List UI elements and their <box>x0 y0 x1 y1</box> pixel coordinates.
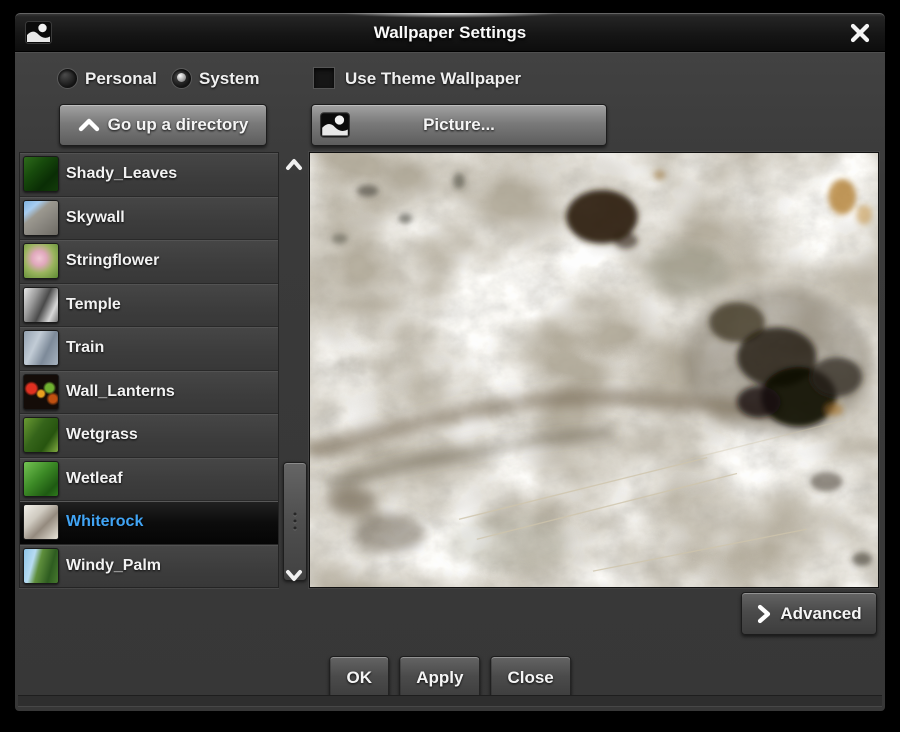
chevron-down-icon[interactable] <box>281 564 307 586</box>
thumbnail-windy-palm <box>23 548 59 584</box>
window-title: Wallpaper Settings <box>15 13 885 53</box>
close-icon[interactable] <box>847 21 873 45</box>
list-item-label: Whiterock <box>66 513 143 531</box>
dialog-body: Personal System Use Theme Wallpaper Go u… <box>14 52 886 712</box>
thumbnail-temple <box>23 287 59 323</box>
list-item[interactable]: Wetgrass <box>20 414 278 458</box>
list-item-label: Temple <box>66 296 121 314</box>
close-label: Close <box>507 668 553 688</box>
advanced-button[interactable]: Advanced <box>741 592 877 635</box>
list-item-label: Wetgrass <box>66 426 138 444</box>
advanced-label: Advanced <box>780 604 861 624</box>
list-item-selected[interactable]: Whiterock <box>20 501 278 545</box>
list-item-label: Stringflower <box>66 252 159 270</box>
thumbnail-wall-lanterns <box>23 374 59 410</box>
go-up-directory-button[interactable]: Go up a directory <box>59 104 267 146</box>
apply-label: Apply <box>416 668 463 688</box>
thumbnail-wetgrass <box>23 417 59 453</box>
list-item-label: Windy_Palm <box>66 557 161 575</box>
picture-button-label: Picture... <box>423 115 495 135</box>
thumbnail-shady-leaves <box>23 156 59 192</box>
list-item[interactable]: Wetleaf <box>20 458 278 502</box>
radio-system-label: System <box>199 69 259 89</box>
list-item[interactable]: Stringflower <box>20 240 278 284</box>
ok-button[interactable]: OK <box>329 656 389 700</box>
chevron-up-icon <box>78 118 100 132</box>
wallpaper-settings-window: Wallpaper Settings Personal System Use T… <box>0 0 900 732</box>
list-item-label: Wall_Lanterns <box>66 383 175 401</box>
action-buttons: OK Apply Close <box>329 656 571 700</box>
titlebar[interactable]: Wallpaper Settings <box>14 12 886 52</box>
list-item-label: Skywall <box>66 209 125 227</box>
list-item[interactable]: Windy_Palm <box>20 545 278 588</box>
go-up-directory-label: Go up a directory <box>108 115 249 135</box>
list-scrollbar <box>281 152 307 588</box>
source-row: Personal System Use Theme Wallpaper <box>15 66 885 94</box>
list-item[interactable]: Skywall <box>20 197 278 241</box>
thumbnail-train <box>23 330 59 366</box>
list-item-label: Shady_Leaves <box>66 165 177 183</box>
use-theme-wallpaper-label: Use Theme Wallpaper <box>345 69 521 89</box>
thumbnail-whiterock <box>23 504 59 540</box>
close-button[interactable]: Close <box>490 656 570 700</box>
radio-personal-label: Personal <box>85 69 157 89</box>
whiterock-preview-image <box>310 153 878 587</box>
list-item-label: Train <box>66 339 104 357</box>
chevron-up-icon[interactable] <box>281 154 307 176</box>
radio-system[interactable] <box>171 68 192 89</box>
list-item-label: Wetleaf <box>66 470 123 488</box>
radio-personal[interactable] <box>57 68 78 89</box>
list-item[interactable]: Train <box>20 327 278 371</box>
wallpaper-file-list: Shady_Leaves Skywall Stringflower Temple… <box>19 152 279 588</box>
thumbnail-skywall <box>23 200 59 236</box>
chevron-right-icon <box>756 604 772 624</box>
dialog: Wallpaper Settings Personal System Use T… <box>14 12 886 712</box>
use-theme-wallpaper-checkbox[interactable] <box>313 67 335 89</box>
dialog-footer-strip <box>18 695 882 707</box>
thumbnail-wetleaf <box>23 461 59 497</box>
wallpaper-preview <box>309 152 879 588</box>
picture-button[interactable]: Picture... <box>311 104 607 146</box>
list-item[interactable]: Wall_Lanterns <box>20 371 278 415</box>
ok-label: OK <box>346 668 372 688</box>
list-item[interactable]: Shady_Leaves <box>20 153 278 197</box>
list-item[interactable]: Temple <box>20 284 278 328</box>
scrollbar-grip <box>294 520 297 523</box>
picture-icon <box>320 111 350 139</box>
thumbnail-stringflower <box>23 243 59 279</box>
apply-button[interactable]: Apply <box>399 656 480 700</box>
